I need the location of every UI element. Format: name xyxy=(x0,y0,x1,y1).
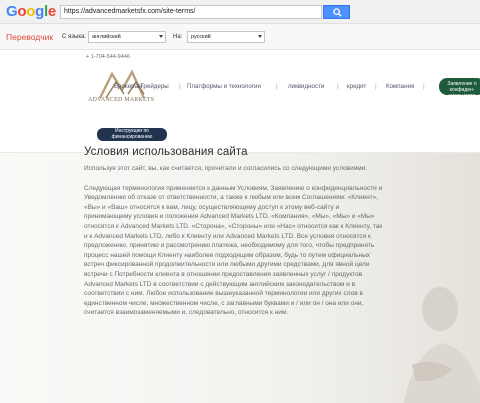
funding-instructions-button[interactable]: Инструкции по финансированию xyxy=(97,128,167,141)
website-page: + 1-704-544-9446 ADVANCED MARKETS Брокер… xyxy=(0,50,480,403)
translator-label[interactable]: Переводчик xyxy=(6,32,53,42)
intro-paragraph: Используя этот сайт, вы, как считается, … xyxy=(84,165,368,172)
to-language-value: русский xyxy=(191,34,211,40)
nav-separator: | xyxy=(337,83,339,90)
translate-bar: Переводчик С языка: английский На: русск… xyxy=(0,24,480,50)
google-logo-letter: G xyxy=(6,3,18,20)
nav-item-credit[interactable]: кредит xyxy=(347,83,366,90)
google-logo[interactable]: Google xyxy=(6,3,56,20)
nav-item-platforms[interactable]: Платформы и технологии xyxy=(187,83,261,90)
privacy-statement-button[interactable]: Заявление о конфиден-циальности xyxy=(439,78,480,99)
nav-separator: | xyxy=(423,83,425,90)
logo-text: ADVANCED MARKETS xyxy=(88,97,155,103)
chevron-down-icon xyxy=(258,35,262,38)
terminology-paragraph: Следующая терминология применяется к дан… xyxy=(84,184,383,317)
page-title: Условия использования сайта xyxy=(84,146,248,158)
from-language-label: С языка: xyxy=(62,34,87,40)
nav-item-liquidity[interactable]: ликвидности xyxy=(288,83,324,90)
to-language-label: На: xyxy=(173,34,183,40)
nav-separator: | xyxy=(276,83,278,90)
to-language-select[interactable]: русский xyxy=(187,31,265,43)
nav-separator: | xyxy=(375,83,377,90)
google-logo-letter: g xyxy=(35,3,44,20)
google-top-bar: Google https://advancedmarketsfx.com/sit… xyxy=(0,0,480,24)
phone-number[interactable]: + 1-704-544-9446 xyxy=(86,54,130,60)
google-logo-letter: e xyxy=(47,3,56,20)
translate-go-button[interactable] xyxy=(323,5,350,19)
nav-item-company[interactable]: Компания xyxy=(386,83,414,90)
terms-content: Условия использования сайта Используя эт… xyxy=(84,146,384,318)
person-silhouette-image xyxy=(403,287,480,403)
search-icon xyxy=(333,8,342,17)
google-logo-letter: o xyxy=(17,3,27,20)
nav-item-brokers[interactable]: Брокерам xyxy=(114,83,142,90)
from-language-value: английский xyxy=(92,34,121,40)
from-language-select[interactable]: английский xyxy=(88,31,166,43)
google-logo-letter: o xyxy=(26,3,36,20)
nav-separator: | xyxy=(179,83,181,90)
chevron-down-icon xyxy=(159,35,163,38)
url-input[interactable]: https://advancedmarketsfx.com/site-terms… xyxy=(60,5,322,19)
nav-item-traders[interactable]: Трейдеры xyxy=(140,83,169,90)
